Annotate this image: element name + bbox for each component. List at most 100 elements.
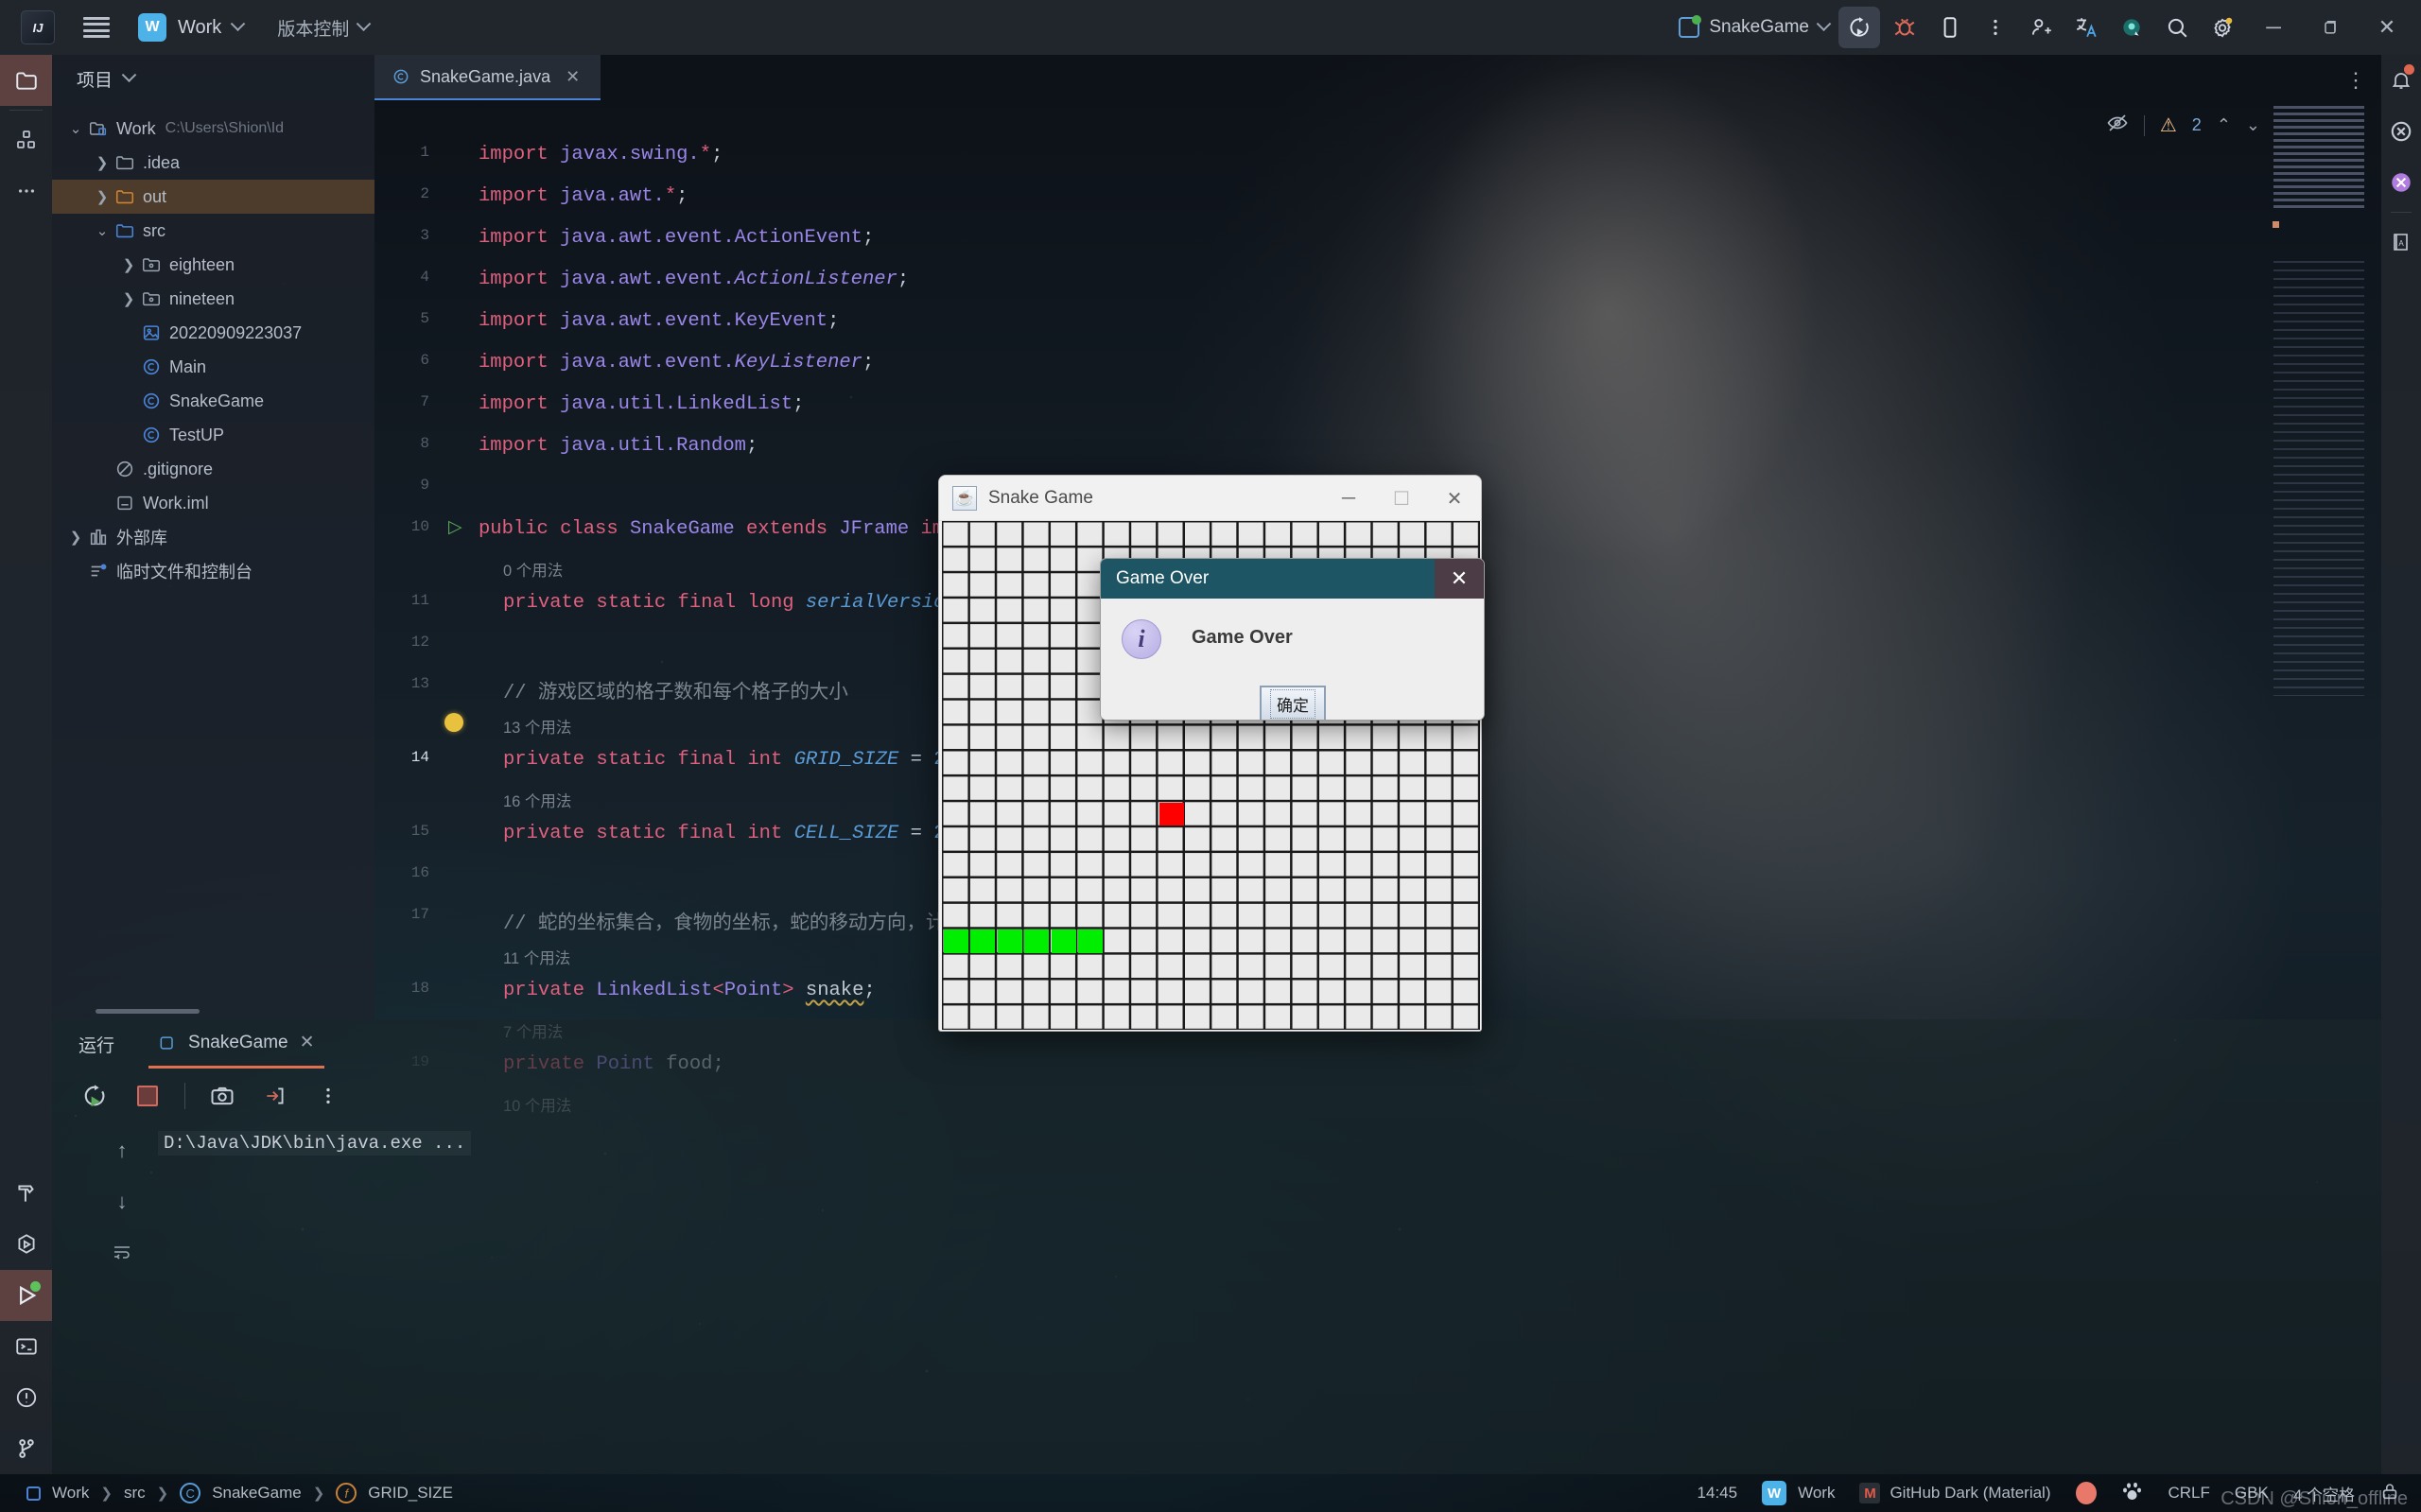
status-project[interactable]: W Work [1762,1481,1835,1505]
screenshot-button[interactable] [206,1080,238,1112]
run-tab-snakegame[interactable]: SnakeGame ✕ [148,1019,324,1069]
translate-icon[interactable] [2065,7,2107,48]
vcs-menu[interactable]: 版本控制 [277,15,372,41]
code-line[interactable]: import java.awt.event.KeyListener; [479,352,874,374]
code-line[interactable]: // 蛇的坐标集合，食物的坐标，蛇的移动方向，计时器 [503,906,984,935]
version-control-icon[interactable] [0,1423,52,1474]
dictionary-icon[interactable]: A [2381,217,2421,268]
more-vertical-icon[interactable]: ⋮ [2345,68,2368,93]
run-config-icon[interactable] [0,1219,52,1270]
prev-problem-icon[interactable]: ⌃ [2217,115,2231,135]
breadcrumb-item-grid-size[interactable]: GRID_SIZE [368,1484,453,1503]
device-icon[interactable] [1929,7,1971,48]
tree-node-work[interactable]: ⌄ Work C:\Users\Shion\Id [52,112,374,146]
terminal-icon[interactable] [0,1321,52,1372]
project-panel-header[interactable]: 项目 [52,55,374,102]
chevron-down-icon[interactable]: ⌄ [92,222,113,239]
snake-minimize-button[interactable]: ─ [1322,476,1375,521]
breadcrumb-item-src[interactable]: src [124,1484,146,1503]
more-tool-windows-icon[interactable] [0,165,52,217]
add-user-icon[interactable] [2020,7,2062,48]
chevron-right-icon[interactable]: ❯ [92,188,113,205]
breadcrumb-item-work[interactable]: Work [52,1484,89,1503]
export-button[interactable] [259,1080,291,1112]
tree-node-out[interactable]: ❯ out [52,180,374,214]
editor-minimap-lower[interactable] [2273,261,2364,696]
code-line[interactable]: import java.awt.event.KeyEvent; [479,310,839,332]
snake-close-button[interactable]: ✕ [1428,476,1481,521]
settings-icon[interactable] [2202,7,2243,48]
tree-node-外部库[interactable]: ❯ 外部库 [52,520,374,554]
intellij-idea-icon[interactable]: IJ [21,10,55,44]
sidebar-item-structure[interactable] [0,114,52,165]
problems-icon[interactable] [0,1372,52,1423]
code-line[interactable]: // 游戏区域的格子数和每个格子的大小 [503,675,848,704]
usage-hint[interactable]: 0 个用法 [503,558,563,581]
run-tool-window-icon[interactable] [0,1270,52,1321]
editor-minimap[interactable] [2273,106,2364,210]
tree-node-main[interactable]: Main [52,350,374,384]
code-line[interactable]: import java.awt.event.ActionListener; [479,269,909,290]
tree-node-src[interactable]: ⌄ src [52,214,374,248]
eye-off-icon[interactable] [2106,112,2129,139]
project-switcher[interactable]: W Work [138,13,246,42]
notifications-icon[interactable] [2381,55,2421,106]
close-icon[interactable]: ✕ [300,1032,315,1053]
close-window-button[interactable]: ✕ [2360,0,2413,55]
hamburger-menu-icon[interactable] [83,17,110,38]
code-line[interactable]: private LinkedList<Point> snake; [503,980,876,1001]
tree-node-idea[interactable]: ❯ .idea [52,146,374,180]
snake-maximize-button[interactable]: ☐ [1375,476,1428,521]
intention-bulb-icon[interactable] [444,713,463,732]
status-theme[interactable]: M GitHub Dark (Material) [1859,1483,2051,1503]
search-icon[interactable] [2156,7,2198,48]
minimize-window-button[interactable]: ─ [2247,0,2300,55]
game-over-dialog[interactable]: Game Over ✕ i Game Over 确定 [1100,558,1485,721]
chevron-right-icon[interactable]: ❯ [118,256,139,273]
usage-hint[interactable]: 11 个用法 [503,946,570,968]
ai-assistant-icon[interactable] [2111,7,2152,48]
ai-x-icon[interactable] [2381,157,2421,208]
run-gutter-icon[interactable]: ▷ [448,516,462,538]
code-line[interactable]: import java.awt.*; [479,185,688,207]
chevron-right-icon[interactable]: ❯ [92,154,113,171]
plugin-x-icon[interactable] [2381,106,2421,157]
line-separator[interactable]: CRLF [2168,1484,2210,1503]
inspection-widget[interactable]: ⚠ 2 ⌃ ⌄ [2106,112,2260,139]
code-line[interactable]: import java.util.LinkedList; [479,393,804,415]
project-horizontal-scrollbar[interactable] [96,1009,200,1014]
chevron-right-icon[interactable]: ❯ [118,290,139,307]
debug-icon[interactable] [1884,7,1925,48]
code-line[interactable]: private static final int CELL_SIZE = 20; [503,823,968,844]
game-over-close-button[interactable]: ✕ [1435,559,1484,599]
more-options-button[interactable] [312,1080,344,1112]
tree-node-testup[interactable]: TestUP [52,418,374,452]
tree-node-gitignore[interactable]: .gitignore [52,452,374,486]
tree-node-nineteen[interactable]: ❯ nineteen [52,282,374,316]
more-actions-icon[interactable] [1975,7,2016,48]
usage-hint[interactable]: 13 个用法 [503,715,571,738]
baidu-ime-icon[interactable] [2121,1480,2144,1507]
run-configuration-selector[interactable]: SnakeGame [1679,15,1832,38]
chevron-down-icon[interactable]: ⌄ [65,120,86,137]
tree-node-snakegame[interactable]: SnakeGame [52,384,374,418]
chevron-right-icon[interactable]: ❯ [65,529,86,546]
console-output[interactable]: D:\Java\JDK\bin\java.exe ... [105,1131,2381,1474]
next-problem-icon[interactable]: ⌄ [2246,115,2260,135]
rerun-button[interactable] [78,1080,111,1112]
tab-snakegame-java[interactable]: SnakeGame.java ✕ [374,55,601,100]
code-line[interactable]: import javax.swing.*; [479,144,723,165]
run-icon[interactable] [1838,7,1880,48]
stop-button[interactable] [131,1080,164,1112]
ok-button[interactable]: 确定 [1260,686,1326,720]
code-line[interactable]: import java.util.Random; [479,435,758,457]
build-icon[interactable] [0,1168,52,1219]
close-icon[interactable]: ✕ [566,67,580,87]
tree-node-临时文件和控制台[interactable]: 临时文件和控制台 [52,554,374,588]
tree-node-eighteen[interactable]: ❯ eighteen [52,248,374,282]
restore-window-button[interactable] [2304,0,2357,55]
breadcrumb-item-snakegame[interactable]: SnakeGame [212,1484,302,1503]
tree-node-20220909223037[interactable]: 20220909223037 [52,316,374,350]
editor-gutter[interactable]: 12345678910111213141516171819 [374,100,439,1070]
record-indicator[interactable] [2075,1482,2097,1504]
